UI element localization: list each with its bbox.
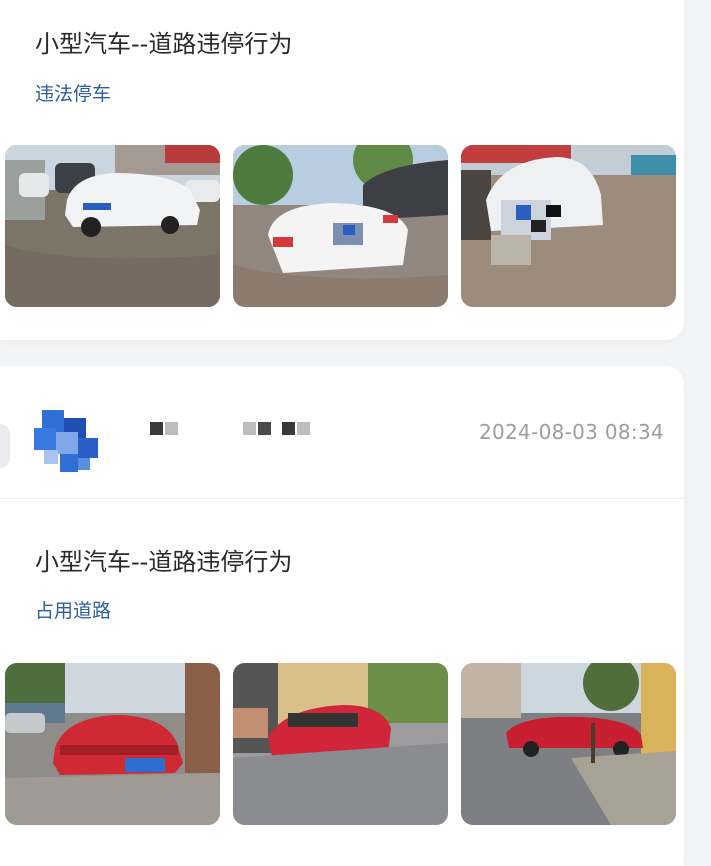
evidence-photo[interactable]: [233, 663, 448, 825]
report-title: 小型汽车--道路违停行为: [35, 548, 293, 576]
evidence-photo[interactable]: [461, 145, 676, 307]
evidence-photo[interactable]: [5, 663, 220, 825]
photo-grid: [5, 145, 676, 307]
violation-type: 占用道路: [35, 600, 112, 622]
avatar[interactable]: [34, 410, 100, 476]
masked-username: [243, 422, 271, 435]
report-title: 小型汽车--道路违停行为: [35, 30, 293, 58]
evidence-photo[interactable]: [461, 663, 676, 825]
post-date: 2024-08-03 08:34: [478, 420, 664, 444]
report-header: 2024-08-03 08:34: [0, 366, 684, 499]
masked-username: [150, 422, 178, 435]
masked-username: [282, 422, 310, 435]
side-notch: [0, 424, 10, 468]
violation-type: 违法停车: [35, 83, 112, 105]
report-card[interactable]: 小型汽车--道路违停行为 违法停车: [0, 0, 684, 340]
photo-grid: [5, 663, 676, 825]
report-card[interactable]: 2024-08-03 08:34 小型汽车--道路违停行为 占用道路: [0, 366, 684, 866]
evidence-photo[interactable]: [233, 145, 448, 307]
evidence-photo[interactable]: [5, 145, 220, 307]
